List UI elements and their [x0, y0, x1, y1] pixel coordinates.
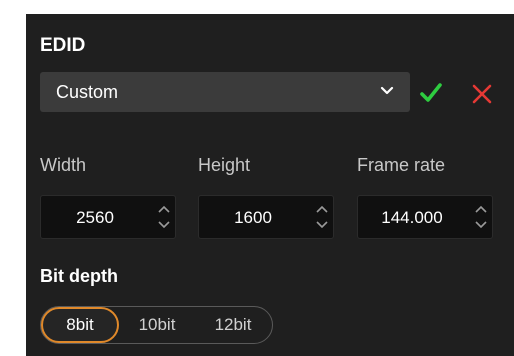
width-spinbox[interactable]: 2560	[40, 195, 176, 239]
frame-rate-label: Frame rate	[357, 155, 446, 175]
check-icon[interactable]	[420, 82, 442, 104]
bit-depth-selector: 8bit 10bit 12bit	[40, 306, 273, 344]
width-value: 2560	[76, 208, 114, 227]
height-label: Height	[198, 155, 251, 175]
section-title: EDID	[40, 35, 86, 56]
bit-depth-option-10bit[interactable]: 10bit	[119, 307, 195, 343]
bit-depth-option-12bit[interactable]: 12bit	[195, 307, 271, 343]
frame-rate-value: 144.000	[381, 208, 443, 227]
spinner-arrows-icon[interactable]	[313, 199, 331, 235]
height-spinbox[interactable]: 1600	[198, 195, 334, 239]
width-label: Width	[40, 155, 87, 175]
frame-rate-spinbox[interactable]: 144.000	[357, 195, 493, 239]
close-icon[interactable]	[472, 84, 492, 104]
edid-preset-dropdown[interactable]: Custom	[40, 72, 410, 112]
spinner-arrows-icon[interactable]	[472, 199, 490, 235]
bit-depth-option-8bit[interactable]: 8bit	[41, 307, 119, 343]
bit-depth-label: Bit depth	[40, 266, 118, 286]
dropdown-value: Custom	[56, 82, 119, 102]
edid-panel: EDID Custom Width Height Frame rate 2560…	[26, 14, 514, 356]
chevron-down-icon	[380, 86, 394, 95]
height-value: 1600	[234, 208, 272, 227]
spinner-arrows-icon[interactable]	[155, 199, 173, 235]
